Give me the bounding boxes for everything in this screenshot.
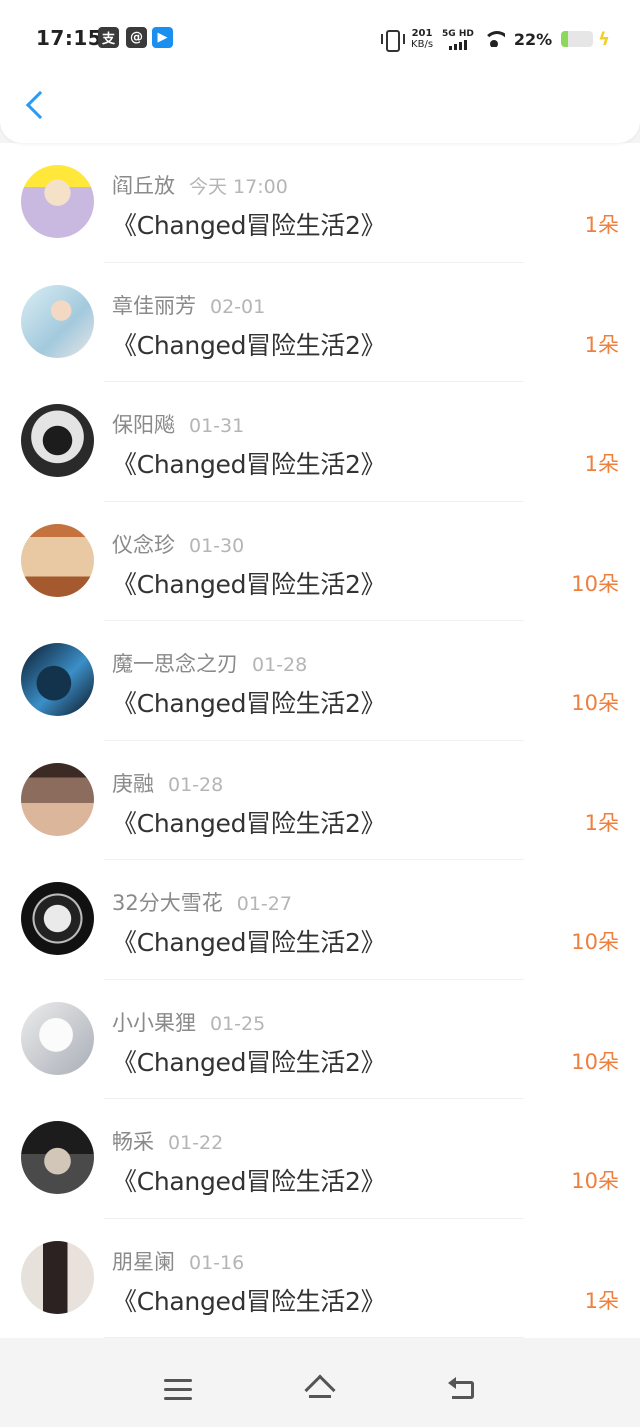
sender-name: 仪念珍 01-30 — [112, 532, 245, 557]
sender-name: 保阳飚 01-31 — [112, 413, 245, 437]
app-icon: ▶ — [152, 27, 173, 48]
status-time: 17:15 — [36, 26, 103, 50]
list-item[interactable]: 魔一思念之刃 01-28 《Changed冒险生活2》 10朵 — [0, 621, 640, 741]
gift-date: 01-28 — [168, 773, 224, 796]
gift-date: 01-22 — [168, 1132, 224, 1154]
flower-count: 10朵 — [571, 930, 619, 954]
work-title: 《Changed冒险生活2》 — [112, 689, 386, 718]
work-title: 《Changed冒险生活2》 — [112, 808, 386, 838]
work-title: 《Changed冒险生活2》 — [112, 211, 386, 240]
work-title: 《Changed冒险生活2》 — [112, 1167, 386, 1196]
network-speed: 201 KB/s — [411, 28, 434, 50]
work-title: 《Changed冒险生活2》 — [112, 928, 386, 957]
sender-name: 朋星阑 01-16 — [112, 1249, 245, 1274]
sender-name: 魔一思念之刃 01-28 — [112, 652, 308, 676]
avatar[interactable] — [21, 882, 94, 955]
sender-name: 章佳丽芳 02-01 — [112, 293, 266, 318]
gift-date: 01-27 — [236, 893, 292, 915]
battery-icon — [561, 31, 594, 47]
flower-count: 10朵 — [571, 691, 619, 715]
signal-icon: 5G HD — [442, 29, 474, 50]
avatar[interactable] — [21, 643, 94, 716]
gift-date: 01-30 — [189, 534, 245, 557]
flower-count: 10朵 — [571, 571, 619, 596]
sender-name: 庚融 01-28 — [112, 771, 224, 796]
avatar[interactable] — [21, 1121, 94, 1194]
work-title: 《Changed冒险生活2》 — [112, 450, 386, 479]
home-icon[interactable] — [304, 1374, 336, 1406]
list-item[interactable]: 32分大雪花 01-27 《Changed冒险生活2》 10朵 — [0, 860, 640, 980]
list-item[interactable]: 畅采 01-22 《Changed冒险生活2》 10朵 — [0, 1099, 640, 1219]
list-item[interactable]: 庚融 01-28 《Changed冒险生活2》 1朵 — [0, 741, 640, 860]
sender-name: 32分大雪花 01-27 — [112, 891, 292, 915]
gift-date: 今天 17:00 — [189, 176, 288, 198]
avatar[interactable] — [21, 1240, 94, 1314]
avatar[interactable] — [21, 762, 94, 836]
work-title: 《Changed冒险生活2》 — [112, 1047, 386, 1077]
gift-date: 01-31 — [189, 415, 245, 437]
list-item[interactable]: 阎丘放 今天 17:00 《Changed冒险生活2》 1朵 — [0, 143, 640, 263]
flower-count: 10朵 — [571, 1049, 619, 1074]
gift-list: 阎丘放 今天 17:00 《Changed冒险生活2》 1朵 章佳丽芳 02-01 《Cha… — [0, 143, 640, 1338]
charging-icon: ϟ — [598, 28, 610, 50]
gift-date: 01-28 — [252, 654, 308, 676]
sender-name: 小小果狸 01-25 — [112, 1010, 266, 1035]
battery-percent: 22% — [513, 29, 553, 49]
flower-count: 1朵 — [584, 452, 619, 476]
work-title: 《Changed冒险生活2》 — [112, 330, 386, 360]
gift-date: 01-16 — [189, 1251, 245, 1274]
menu-icon[interactable] — [164, 1379, 192, 1401]
flower-count: 1朵 — [584, 213, 619, 237]
list-item[interactable]: 保阳飚 01-31 《Changed冒险生活2》 1朵 — [0, 382, 640, 502]
app-header: 17:15 支 @ ▶ 201 KB/s 5G HD 22% ϟ — [0, 0, 640, 143]
avatar[interactable] — [21, 1001, 94, 1075]
avatar[interactable] — [21, 404, 94, 477]
mail-icon: @ — [126, 27, 147, 48]
flower-count: 1朵 — [584, 810, 619, 835]
vibrate-icon — [380, 29, 406, 52]
gift-date: 01-25 — [210, 1012, 266, 1035]
gift-date: 02-01 — [210, 295, 266, 318]
work-title: 《Changed冒险生活2》 — [112, 569, 386, 599]
flower-count: 1朵 — [584, 332, 619, 357]
list-item[interactable]: 小小果狸 01-25 《Changed冒险生活2》 10朵 — [0, 980, 640, 1099]
work-title: 《Changed冒险生活2》 — [112, 1286, 386, 1316]
sender-name: 阎丘放 今天 17:00 — [112, 174, 288, 198]
list-item[interactable]: 朋星阑 01-16 《Changed冒险生活2》 1朵 — [0, 1219, 640, 1338]
status-bar: 17:15 支 @ ▶ 201 KB/s 5G HD 22% ϟ — [0, 18, 640, 58]
pay-icon: 支 — [98, 27, 119, 48]
system-nav-bar — [0, 1339, 640, 1427]
sender-name: 畅采 01-22 — [112, 1130, 224, 1154]
avatar[interactable] — [21, 284, 94, 358]
list-item[interactable]: 仪念珍 01-30 《Changed冒险生活2》 10朵 — [0, 502, 640, 621]
wifi-icon — [482, 31, 505, 47]
divider — [104, 1337, 524, 1338]
avatar[interactable] — [21, 523, 94, 597]
list-item[interactable]: 章佳丽芳 02-01 《Changed冒险生活2》 1朵 — [0, 263, 640, 382]
avatar[interactable] — [21, 165, 94, 238]
back-button[interactable] — [22, 88, 52, 128]
flower-count: 1朵 — [584, 1288, 619, 1313]
back-icon[interactable] — [448, 1377, 478, 1403]
flower-count: 10朵 — [571, 1169, 619, 1193]
